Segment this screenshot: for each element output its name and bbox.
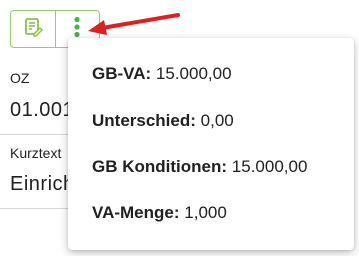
kurztext-value[interactable]: Einrich [10, 173, 75, 196]
unterschied-value: 0,00 [200, 111, 234, 130]
va-menge-label: VA-Menge [92, 203, 174, 222]
notes-button[interactable] [11, 11, 55, 47]
notes-pencil-icon [23, 17, 43, 42]
unterschied-label: Unterschied [92, 111, 191, 130]
gb-konditionen-label: GB Konditionen [92, 157, 222, 176]
gb-va-value: 15.000,00 [155, 64, 232, 83]
popup-row-unterschied: Unterschied: 0,00 [92, 111, 234, 130]
popup-row-va-menge: VA-Menge: 1,000 [92, 203, 227, 222]
va-menge-value: 1,000 [184, 203, 227, 222]
popup-row-gb-konditionen: GB Konditionen: 15.000,00 [92, 157, 308, 176]
kurztext-label: Kurztext [10, 145, 62, 161]
gb-va-label: GB-VA [92, 64, 146, 83]
popup-row-gb-va: GB-VA: 15.000,00 [92, 64, 232, 83]
annotation-arrow [88, 13, 180, 35]
page: OZ 01.001 Kurztext Einrich GB-VA: 15.000… [0, 0, 359, 256]
info-popup: GB-VA: 15.000,00 Unterschied: 0,00 GB Ko… [68, 38, 354, 250]
oz-value[interactable]: 01.001 [10, 99, 74, 122]
oz-label: OZ [10, 70, 30, 86]
gb-konditionen-value: 15.000,00 [231, 157, 308, 176]
